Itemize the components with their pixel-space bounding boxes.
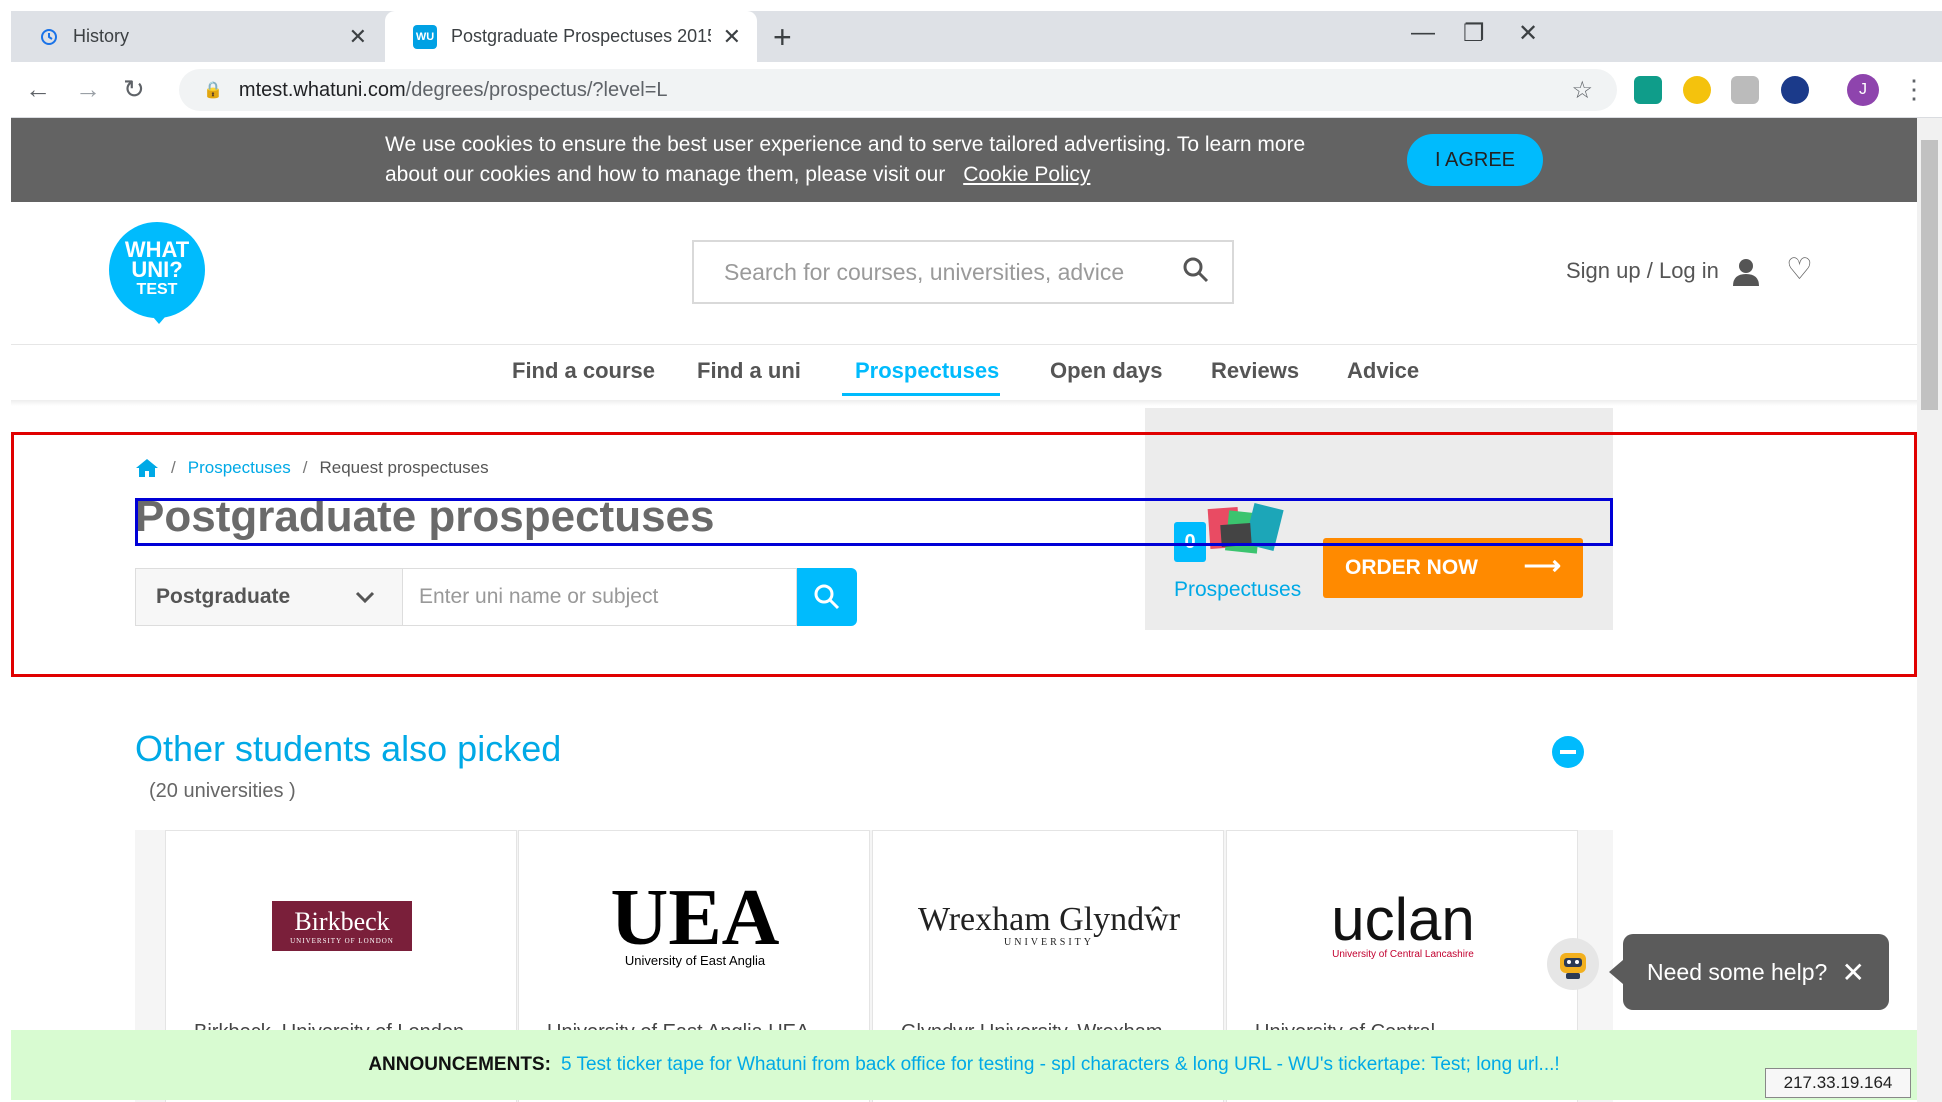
nav-find-course[interactable]: Find a course — [512, 358, 655, 384]
university-logo: Wrexham Glyndŵr UNIVERSITY — [873, 871, 1225, 981]
extension-icon[interactable] — [1683, 76, 1711, 104]
section-count: (20 universities ) — [149, 780, 296, 802]
page-viewport: We use cookies to ensure the best user e… — [11, 118, 1917, 1102]
tab-prospectuses-label: Postgraduate Prospectuses 2015 — [451, 26, 711, 46]
whatuni-favicon-icon: WU — [413, 24, 437, 49]
new-tab-icon[interactable]: + — [773, 19, 792, 56]
history-icon — [41, 28, 57, 45]
extension-icon[interactable] — [1731, 76, 1759, 104]
bookmark-star-icon[interactable]: ☆ — [1571, 76, 1593, 105]
whatuni-logo[interactable]: WHAT UNI? TEST — [109, 222, 205, 318]
page-scrollbar[interactable] — [1917, 118, 1942, 1102]
tab-prospectuses[interactable]: WU Postgraduate Prospectuses 2015 ✕ — [385, 11, 757, 62]
university-logo: uclan University of Central Lancashire — [1227, 871, 1579, 981]
university-logo: UEA University of East Anglia — [519, 871, 871, 981]
close-icon[interactable]: ✕ — [349, 24, 367, 50]
search-icon[interactable] — [1182, 256, 1210, 284]
logo-text: TEST — [136, 281, 178, 298]
url-path: /degrees/prospectus/?level=L — [405, 78, 668, 101]
help-bubble[interactable]: Need some help? ✕ — [1623, 934, 1889, 1010]
logo-text: Wrexham Glyndŵr — [917, 901, 1181, 938]
logo-subtext: University of East Anglia — [624, 953, 766, 968]
browser-toolbar: ← → ↻ 🔒 mtest.whatuni.com/degrees/prospe… — [11, 62, 1942, 118]
collapse-icon[interactable] — [1552, 736, 1584, 768]
close-icon[interactable]: ✕ — [723, 24, 741, 50]
ip-address-box: 217.33.19.164 — [1765, 1068, 1911, 1098]
announcement-bar: ANNOUNCEMENTS: 5 Test ticker tape for Wh… — [11, 1030, 1917, 1100]
user-icon[interactable] — [1733, 258, 1759, 286]
extension-icon[interactable] — [1634, 76, 1662, 104]
cookie-message: We use cookies to ensure the best user e… — [385, 133, 1306, 186]
birkbeck-logo: Birkbeck UNIVERSITY OF LONDON — [272, 901, 412, 951]
heart-icon[interactable]: ♡ — [1786, 255, 1813, 285]
minimize-icon[interactable]: — — [1411, 19, 1435, 47]
profile-avatar[interactable]: J — [1847, 74, 1879, 106]
chatbot-icon[interactable] — [1547, 938, 1599, 990]
main-nav: Find a course Find a uni Prospectuses Op… — [11, 346, 1917, 400]
close-icon[interactable]: ✕ — [1842, 956, 1865, 989]
browser-tab-strip: History ✕ WU Postgraduate Prospectuses 2… — [11, 11, 1942, 62]
cookie-policy-link[interactable]: Cookie Policy — [963, 163, 1090, 186]
uea-logo: UEA University of East Anglia — [611, 878, 780, 969]
nav-shadow — [11, 400, 1917, 406]
tab-history-label: History — [73, 26, 130, 46]
scrollbar-thumb[interactable] — [1921, 140, 1938, 410]
logo-text: Birkbeck — [294, 907, 390, 936]
annotation-highlight-red — [11, 432, 1917, 677]
help-bubble-tip — [1609, 960, 1623, 984]
menu-icon[interactable]: ⋮ — [1901, 74, 1927, 105]
robot-icon — [1560, 953, 1586, 979]
nav-active-underline — [842, 393, 1000, 396]
url-host: mtest.whatuni.com — [238, 78, 406, 101]
announcement-link[interactable]: 5 Test ticker tape for Whatuni from back… — [561, 1054, 1560, 1076]
logo-text: uclan — [1331, 886, 1475, 953]
tab-history[interactable]: History ✕ — [11, 11, 383, 62]
wrexham-logo: Wrexham Glyndŵr UNIVERSITY — [918, 903, 1180, 949]
nav-open-days[interactable]: Open days — [1050, 358, 1162, 384]
logo-text: UNI? — [131, 257, 183, 282]
forward-icon[interactable]: → — [75, 74, 101, 105]
logo-text: UEA — [610, 874, 780, 962]
section-title: Other students also picked — [135, 728, 562, 769]
site-search-placeholder: Search for courses, universities, advice — [724, 258, 1125, 285]
logo-subtext: UNIVERSITY OF LONDON — [290, 937, 394, 945]
logo-tail — [147, 310, 171, 324]
address-bar[interactable]: 🔒 mtest.whatuni.com/degrees/prospectus/?… — [179, 69, 1617, 111]
restore-icon[interactable]: ❐ — [1463, 19, 1485, 48]
nav-advice[interactable]: Advice — [1347, 358, 1419, 384]
announcement-label: ANNOUNCEMENTS: — [368, 1054, 551, 1075]
header-divider — [11, 344, 1917, 345]
cookie-text: We use cookies to ensure the best user e… — [385, 130, 1345, 190]
nav-prospectuses[interactable]: Prospectuses — [855, 358, 999, 384]
uclan-logo: uclan University of Central Lancashire — [1331, 890, 1474, 961]
reload-icon[interactable]: ↻ — [123, 74, 145, 105]
help-text: Need some help? — [1647, 958, 1828, 985]
annotation-highlight-blue — [135, 498, 1613, 546]
logo-subtext: University of Central Lancashire — [1332, 949, 1474, 960]
nav-reviews[interactable]: Reviews — [1211, 358, 1299, 384]
window-close-icon[interactable]: ✕ — [1518, 19, 1538, 48]
extension-icon[interactable] — [1781, 76, 1809, 104]
university-logo: Birkbeck UNIVERSITY OF LONDON — [166, 871, 518, 981]
cookie-banner: We use cookies to ensure the best user e… — [11, 118, 1917, 202]
logo-subtext: UNIVERSITY — [1004, 937, 1094, 948]
agree-button[interactable]: I AGREE — [1407, 134, 1543, 186]
lock-icon: 🔒 — [203, 82, 223, 99]
signup-login-link[interactable]: Sign up / Log in — [1566, 258, 1719, 284]
nav-find-uni[interactable]: Find a uni — [697, 358, 801, 384]
back-icon[interactable]: ← — [25, 74, 51, 105]
site-search-input[interactable]: Search for courses, universities, advice — [692, 240, 1234, 304]
